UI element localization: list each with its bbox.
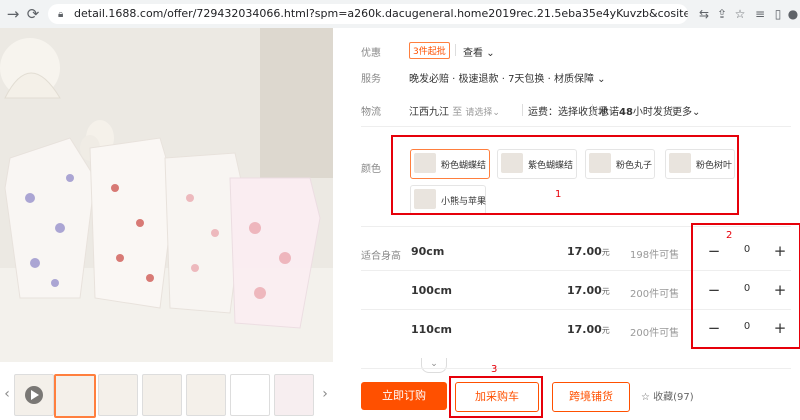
address-bar[interactable]: 🔒︎ detail.1688.com/offer/729432034066.htm… [48,4,688,24]
size-price: 17.00元 [567,284,610,297]
thumbnail-video[interactable] [14,374,54,416]
profile-icon[interactable]: ● [786,5,800,23]
size-label: 适合身高 [361,251,401,262]
chevron-down-icon: ⌄ [692,107,701,118]
annotation-box-2 [691,223,800,349]
to-label: 至 [452,107,463,118]
thumb-prev-icon[interactable]: ‹ [2,382,12,406]
more-link[interactable]: 更多⌄ [672,103,700,118]
annotation-box-3 [449,376,543,418]
color-label: 颜色 [361,164,381,175]
thumbnail-strip: ‹ › [0,366,333,420]
destination-select[interactable]: 请选择⌄ [465,108,500,118]
lock-icon: 🔒︎ [58,9,64,20]
divider [592,104,593,116]
star-icon: ☆ [641,392,650,403]
annotation-number-1: 1 [555,189,562,200]
browser-toolbar: → ⟳ 🔒︎ detail.1688.com/offer/729432034066… [0,0,800,29]
service-label: 服务 [361,74,381,85]
thumbnail-image[interactable] [142,374,182,416]
divider [455,44,456,56]
reload-icon[interactable]: ⟳ [24,5,42,23]
url-text: detail.1688.com/offer/729432034066.html?… [74,7,688,20]
origin-city: 江西九江 [409,107,449,118]
size-stock: 200件可售 [630,328,680,339]
play-icon [25,386,43,404]
annotation-number-2: 2 [726,230,733,241]
thumbnail-image[interactable] [230,374,270,416]
size-stock: 200件可售 [630,289,680,300]
size-price: 17.00元 [567,323,610,336]
reading-list-icon[interactable]: ≡ [752,5,768,23]
logistics-label: 物流 [361,107,381,118]
thumbnail-image[interactable] [54,374,96,418]
thumbnail-image[interactable] [274,374,314,416]
buy-now-button[interactable]: 立即订购 [361,382,447,410]
size-name: 100cm [411,284,452,297]
chevron-down-icon: ⌄ [486,48,495,59]
share-icon[interactable]: ⇪ [714,5,730,23]
cross-border-button[interactable]: 跨境铺货 [552,382,630,412]
purchase-panel: 优惠 3件起批 查看 ⌄ 服务 晚发必赔 · 极速退款 · 7天包换 · 材质保… [333,28,800,420]
size-stock: 198件可售 [630,250,680,261]
size-name: 90cm [411,245,445,258]
product-main-image[interactable] [0,28,333,362]
side-panel-icon[interactable]: ▯ [770,5,786,23]
discount-label: 优惠 [361,48,381,59]
favorite-button[interactable]: ☆ 收藏(97) [641,388,694,403]
divider [361,368,791,369]
chevron-down-icon: ⌄ [597,74,606,85]
divider [361,126,791,127]
ship-promise: 承诺48小时发货 [599,107,673,118]
product-photo [0,28,333,362]
expand-sizes-toggle[interactable]: ⌄ [421,358,447,373]
annotation-box-1 [391,135,739,215]
forward-icon[interactable]: → [4,5,22,23]
discount-view-link[interactable]: 查看 ⌄ [463,44,495,59]
divider [522,104,523,116]
size-name: 110cm [411,323,452,336]
service-info[interactable]: 晚发必赔 · 极速退款 · 7天包换 · 材质保障 ⌄ [409,70,606,85]
logistics-info: 江西九江 至 请选择⌄ [409,103,500,118]
bookmark-star-icon[interactable]: ☆ [732,5,748,23]
size-price: 17.00元 [567,245,610,258]
shipping-fee: 运费：选择收货地 [528,107,608,118]
thumb-next-icon[interactable]: › [320,382,330,406]
min-order-badge: 3件起批 [409,42,450,59]
annotation-number-3: 3 [491,364,498,375]
thumbnail-image[interactable] [186,374,226,416]
thumbnail-image[interactable] [98,374,138,416]
translate-icon[interactable]: ⇆ [696,5,712,23]
